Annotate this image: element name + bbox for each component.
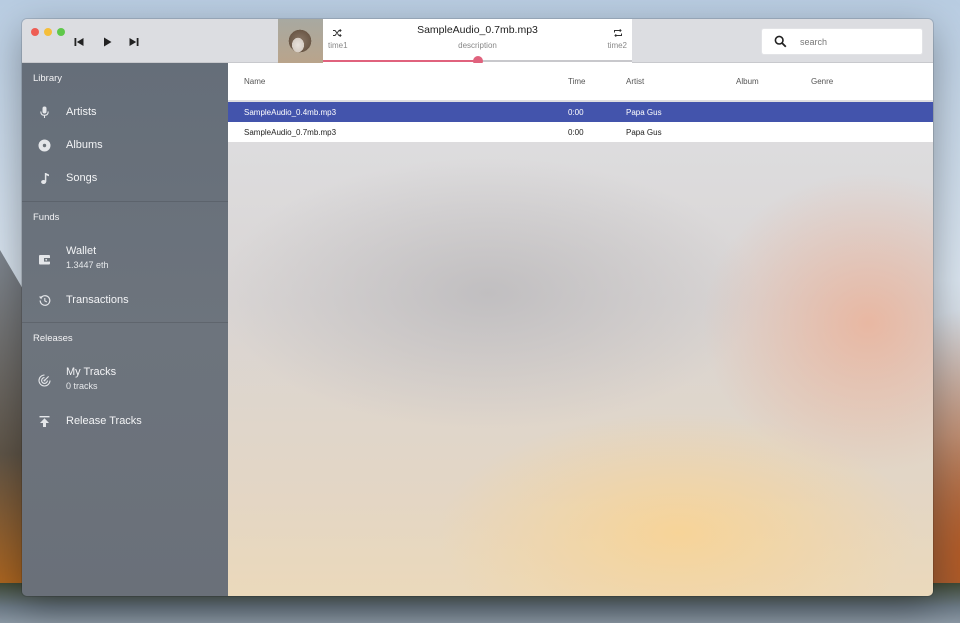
- progress-fill: [323, 60, 478, 62]
- cell-name: SampleAudio_0.7mb.mp3: [244, 128, 337, 137]
- now-playing-description: description: [458, 41, 497, 50]
- cell-artist: Papa Gus: [626, 128, 662, 137]
- table-row[interactable]: SampleAudio_0.4mb.mp3 0:00 Papa Gus: [228, 102, 933, 122]
- track-list-area: Name Time Artist Album Genre SampleAudio…: [228, 63, 933, 596]
- sidebar-item-label: Transactions: [66, 294, 129, 306]
- radar-icon: [37, 373, 51, 387]
- previous-track-button[interactable]: [71, 34, 87, 50]
- window-minimize-button[interactable]: [44, 28, 52, 36]
- app-window: SampleAudio_0.7mb.mp3 time1 description …: [22, 19, 933, 596]
- microphone-icon: [37, 105, 51, 119]
- sidebar-item-wallet[interactable]: Wallet 1.3447 eth: [22, 243, 228, 273]
- window-close-button[interactable]: [31, 28, 39, 36]
- sidebar-item-label: Songs: [66, 172, 98, 184]
- sidebar-item-albums[interactable]: Albums: [22, 134, 228, 156]
- column-header-time[interactable]: Time: [568, 77, 585, 86]
- search-box: [762, 29, 922, 54]
- cell-time: 0:00: [568, 128, 584, 137]
- cell-name: SampleAudio_0.4mb.mp3: [244, 108, 337, 117]
- upload-icon: [37, 414, 51, 428]
- table-row[interactable]: SampleAudio_0.7mb.mp3 0:00 Papa Gus: [228, 122, 933, 142]
- search-icon: [774, 35, 787, 48]
- now-playing-title: SampleAudio_0.7mb.mp3: [417, 24, 538, 36]
- cell-artist: Papa Gus: [626, 108, 662, 117]
- search-input[interactable]: [800, 34, 910, 49]
- sidebar-item-transactions[interactable]: Transactions: [22, 289, 228, 311]
- now-playing-panel: SampleAudio_0.7mb.mp3 time1 description …: [323, 19, 632, 66]
- wallet-icon: [37, 252, 51, 266]
- sidebar-item-songs[interactable]: Songs: [22, 167, 228, 189]
- total-time: time2: [607, 41, 627, 50]
- play-button[interactable]: [99, 34, 115, 50]
- sidebar-item-my-tracks[interactable]: My Tracks 0 tracks: [22, 364, 228, 394]
- sidebar-item-release-tracks[interactable]: Release Tracks: [22, 410, 228, 432]
- section-title-library: Library: [33, 73, 63, 84]
- window-maximize-button[interactable]: [57, 28, 65, 36]
- next-track-button[interactable]: [126, 34, 142, 50]
- skip-previous-icon: [74, 38, 84, 46]
- title-bar: SampleAudio_0.7mb.mp3 time1 description …: [22, 19, 933, 66]
- section-title-funds: Funds: [33, 212, 60, 223]
- cell-time: 0:00: [568, 108, 584, 117]
- sidebar: Library Artists Albums Songs Funds Walle…: [22, 63, 228, 596]
- wallet-balance: 1.3447 eth: [66, 260, 109, 270]
- sidebar-divider: [22, 322, 228, 323]
- section-title-releases: Releases: [33, 333, 73, 344]
- history-icon: [37, 293, 51, 307]
- progress-bar[interactable]: [323, 56, 632, 66]
- album-artwork: [278, 19, 323, 63]
- column-header-name[interactable]: Name: [244, 77, 265, 86]
- disc-icon: [37, 138, 51, 152]
- sidebar-item-label: Release Tracks: [66, 415, 142, 427]
- sidebar-divider: [22, 201, 228, 202]
- column-header-genre[interactable]: Genre: [811, 77, 833, 86]
- sidebar-item-label: Wallet: [66, 245, 97, 257]
- sidebar-item-label: Artists: [66, 106, 97, 118]
- column-header-album[interactable]: Album: [736, 77, 759, 86]
- my-tracks-count: 0 tracks: [66, 381, 98, 391]
- table-header: Name Time Artist Album Genre: [228, 63, 933, 100]
- column-header-artist[interactable]: Artist: [626, 77, 644, 86]
- sidebar-item-artists[interactable]: Artists: [22, 101, 228, 123]
- play-icon: [104, 37, 112, 47]
- sidebar-item-label: My Tracks: [66, 366, 117, 378]
- repeat-icon[interactable]: [613, 28, 623, 38]
- music-note-icon: [37, 171, 51, 185]
- sidebar-item-label: Albums: [66, 139, 103, 151]
- skip-next-icon: [129, 38, 139, 46]
